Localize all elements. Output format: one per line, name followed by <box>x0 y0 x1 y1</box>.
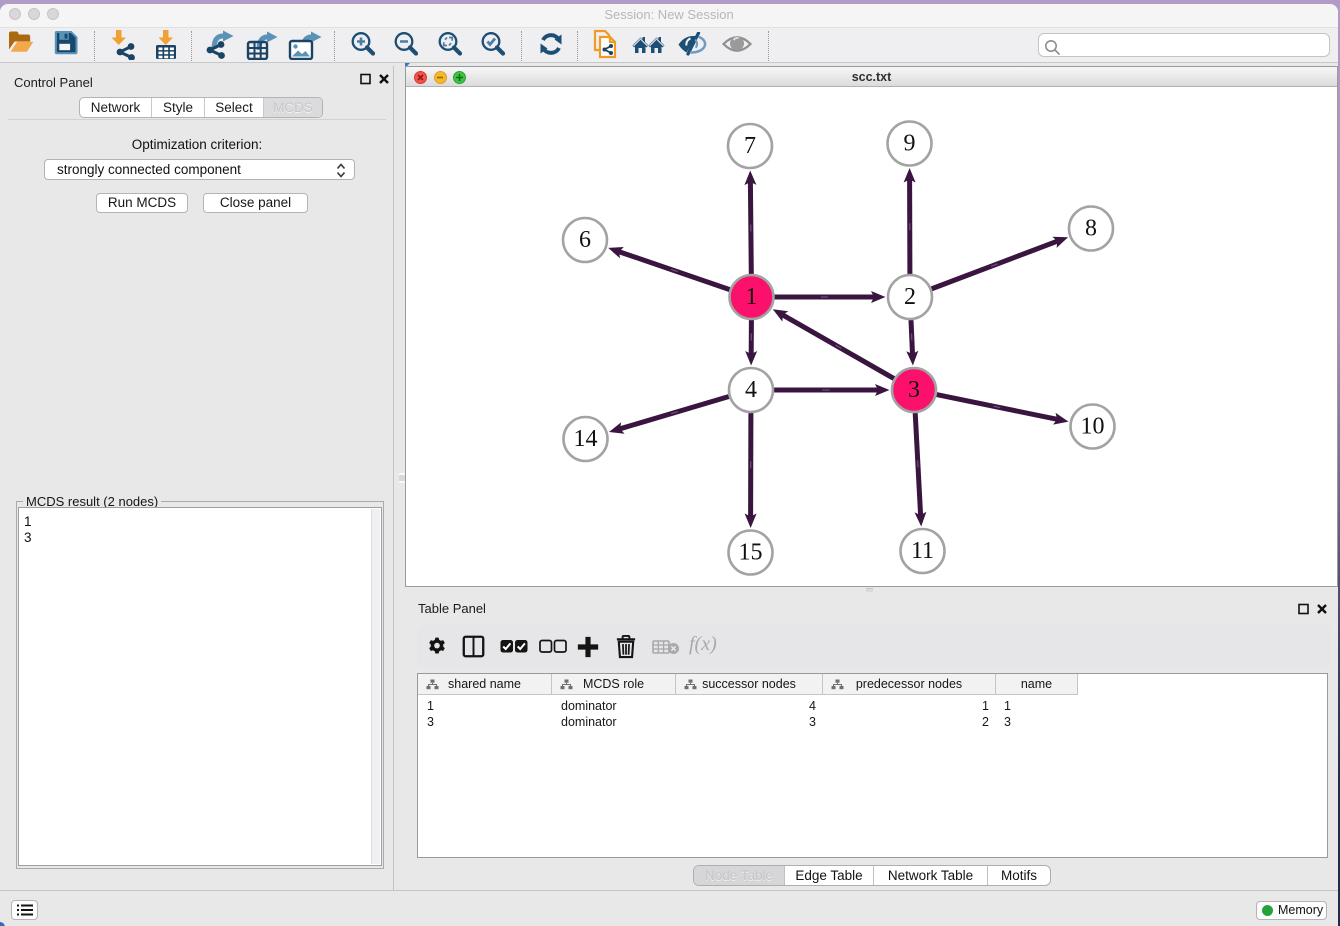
svg-text:8: 8 <box>1085 216 1097 242</box>
svg-text:2: 2 <box>904 284 916 310</box>
svg-text:4: 4 <box>745 377 757 403</box>
svg-text:10: 10 <box>1081 414 1105 440</box>
svg-text:3: 3 <box>908 377 920 403</box>
svg-text:1: 1 <box>746 284 758 310</box>
svg-text:15: 15 <box>739 540 763 566</box>
svg-text:6: 6 <box>579 227 591 253</box>
svg-text:9: 9 <box>904 131 916 157</box>
svg-text:7: 7 <box>744 133 756 159</box>
svg-text:11: 11 <box>911 538 934 564</box>
svg-text:14: 14 <box>574 426 598 452</box>
